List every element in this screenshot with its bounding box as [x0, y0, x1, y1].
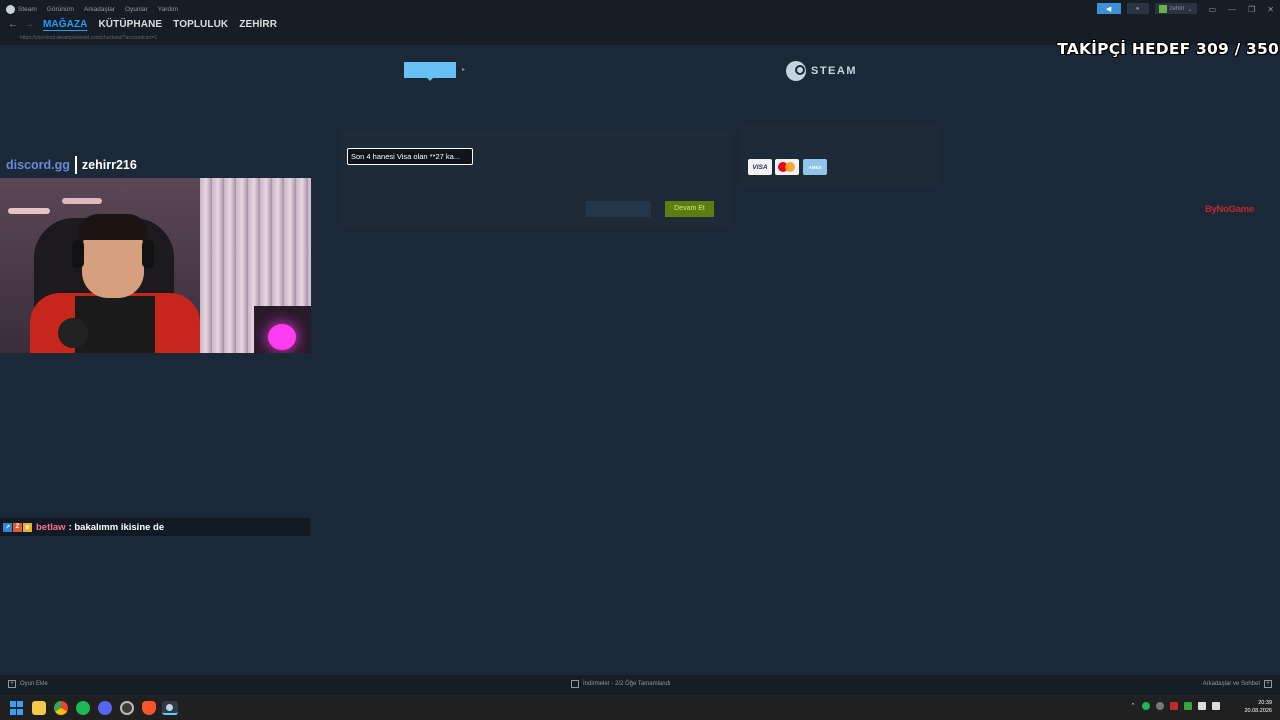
- mastercard-icon: [775, 159, 799, 175]
- tab-profile[interactable]: ZEHİRR: [239, 19, 277, 30]
- url-text[interactable]: https://checkout.steampowered.com/checko…: [20, 35, 157, 41]
- brave-icon[interactable]: [142, 701, 156, 715]
- close-icon[interactable]: ✕: [1267, 5, 1274, 14]
- minimize-icon[interactable]: —: [1228, 5, 1236, 14]
- payment-method-select[interactable]: Son 4 hanesi Visa olan **27 ka...: [347, 148, 473, 165]
- discord-icon[interactable]: [98, 701, 112, 715]
- windows-taskbar: ⌃ 20:39 20.08.2026: [0, 696, 1280, 720]
- windows-start-icon[interactable]: [10, 701, 24, 715]
- webcam-shirt: [75, 296, 155, 353]
- download-icon: [571, 680, 579, 688]
- avatar: [1158, 5, 1167, 13]
- tab-store[interactable]: MAĞAZA: [43, 19, 87, 30]
- chevron-down-icon: ⌄: [1187, 6, 1193, 13]
- amex-icon: AMEX: [803, 159, 827, 175]
- headset-icon: [72, 240, 84, 268]
- plus-icon: +: [8, 680, 16, 688]
- add-game-label: Oyun Ekle: [20, 681, 48, 687]
- step-arrow-icon: ▸: [462, 67, 466, 73]
- headset-icon: [142, 240, 154, 268]
- microphone-icon: [58, 318, 88, 348]
- webcam-shelf: [8, 208, 50, 214]
- tab-library[interactable]: KÜTÜPHANE: [98, 19, 162, 30]
- follower-goal: TAKİPÇİ HEDEF 309 / 350: [1057, 40, 1279, 58]
- menu-bar: Steam Görünüm Arkadaşlar Oyunlar Yardım: [0, 4, 188, 14]
- chrome-icon[interactable]: [54, 701, 68, 715]
- tab-community[interactable]: TOPLULUK: [173, 19, 228, 30]
- chat-badge-icon: ↗: [3, 522, 12, 532]
- webcam-shelf: [62, 198, 102, 204]
- friends-chat-button[interactable]: Arkadaşlar ve Sohbet +: [1203, 680, 1272, 688]
- speaker-icon[interactable]: [1198, 702, 1206, 710]
- streamer-handle: zehirr216: [81, 158, 137, 172]
- social-bar: discord.gg zehirr216: [6, 155, 137, 175]
- mastercard-circle-orange: [785, 162, 795, 172]
- chat-message: ↗ Z ♛ betlaw : bakalımm ikisine de: [0, 518, 310, 536]
- chat-text: : bakalımm ikisine de: [68, 521, 165, 533]
- account-name: zehirr: [1169, 6, 1185, 12]
- steam-logo-icon: [6, 4, 15, 14]
- add-game-button[interactable]: + Oyun Ekle: [8, 680, 48, 688]
- chat-icon: +: [1264, 680, 1272, 688]
- chat-badge-icon: Z: [13, 522, 22, 532]
- discord-link: discord.gg: [6, 158, 70, 172]
- spotify-icon[interactable]: [76, 701, 90, 715]
- menu-help[interactable]: Yardım: [158, 6, 178, 13]
- friends-label: Arkadaşlar ve Sohbet: [1202, 681, 1260, 687]
- mic-tray-icon[interactable]: [1184, 702, 1192, 710]
- forward-arrow-icon[interactable]: →: [24, 19, 34, 30]
- file-explorer-icon[interactable]: [32, 701, 46, 715]
- obs-tray-icon[interactable]: [1156, 702, 1164, 710]
- clock-time: 20:39: [1258, 700, 1272, 706]
- back-arrow-icon[interactable]: ←: [8, 19, 18, 30]
- chevron-up-icon[interactable]: ⌃: [1130, 702, 1136, 710]
- visa-icon: VISA: [748, 159, 772, 175]
- taskbar-clock[interactable]: 20:39 20.08.2026: [1244, 699, 1272, 715]
- menu-games[interactable]: Oyunlar: [125, 6, 148, 13]
- maximize-icon[interactable]: ❐: [1248, 5, 1255, 14]
- menu-view[interactable]: Görünüm: [47, 6, 74, 13]
- obs-icon[interactable]: [120, 701, 134, 715]
- webcam-rgb-glow: [268, 324, 296, 350]
- keyboard-icon[interactable]: [1212, 702, 1220, 710]
- crown-icon: ♛: [23, 522, 32, 532]
- sponsor-logo: ByNoGame: [1205, 204, 1254, 215]
- main-navigation: ← → MAĞAZA KÜTÜPHANE TOPLULUK ZEHİRR: [0, 14, 1280, 34]
- steam-wordmark: STEAM: [811, 65, 857, 77]
- downloads-label: İndirmeler - 2/2 Öğe Tamamlandı: [583, 681, 671, 687]
- menu-friends[interactable]: Arkadaşlar: [84, 6, 115, 13]
- chat-username: betlaw: [36, 521, 66, 533]
- bell-icon: ●: [1135, 6, 1140, 12]
- secondary-button[interactable]: [586, 201, 651, 217]
- steam-brand: STEAM: [786, 61, 857, 81]
- downloads-status[interactable]: İndirmeler - 2/2 Öğe Tamamlandı: [571, 680, 671, 688]
- megaphone-icon: ◀: [1105, 6, 1112, 13]
- divider: [74, 156, 77, 174]
- steam-taskbar-icon[interactable]: [162, 701, 178, 715]
- app-tray-icon[interactable]: [1170, 702, 1178, 710]
- menu-steam[interactable]: Steam: [18, 6, 37, 13]
- steam-logo-icon: [786, 61, 806, 81]
- continue-button[interactable]: Devam Et: [665, 201, 714, 217]
- system-tray: ⌃: [1130, 702, 1220, 710]
- checkout-step-active: [404, 62, 456, 78]
- webcam-feed: [0, 178, 311, 353]
- accepted-cards-panel: [742, 124, 939, 186]
- steam-footer: + Oyun Ekle İndirmeler - 2/2 Öğe Tamamla…: [0, 675, 1280, 695]
- webcam-hair: [78, 214, 148, 240]
- spotify-tray-icon[interactable]: [1142, 702, 1150, 710]
- monitor-icon[interactable]: ▭: [1209, 5, 1217, 14]
- step-pointer: [426, 77, 434, 81]
- clock-date: 20.08.2026: [1244, 708, 1272, 714]
